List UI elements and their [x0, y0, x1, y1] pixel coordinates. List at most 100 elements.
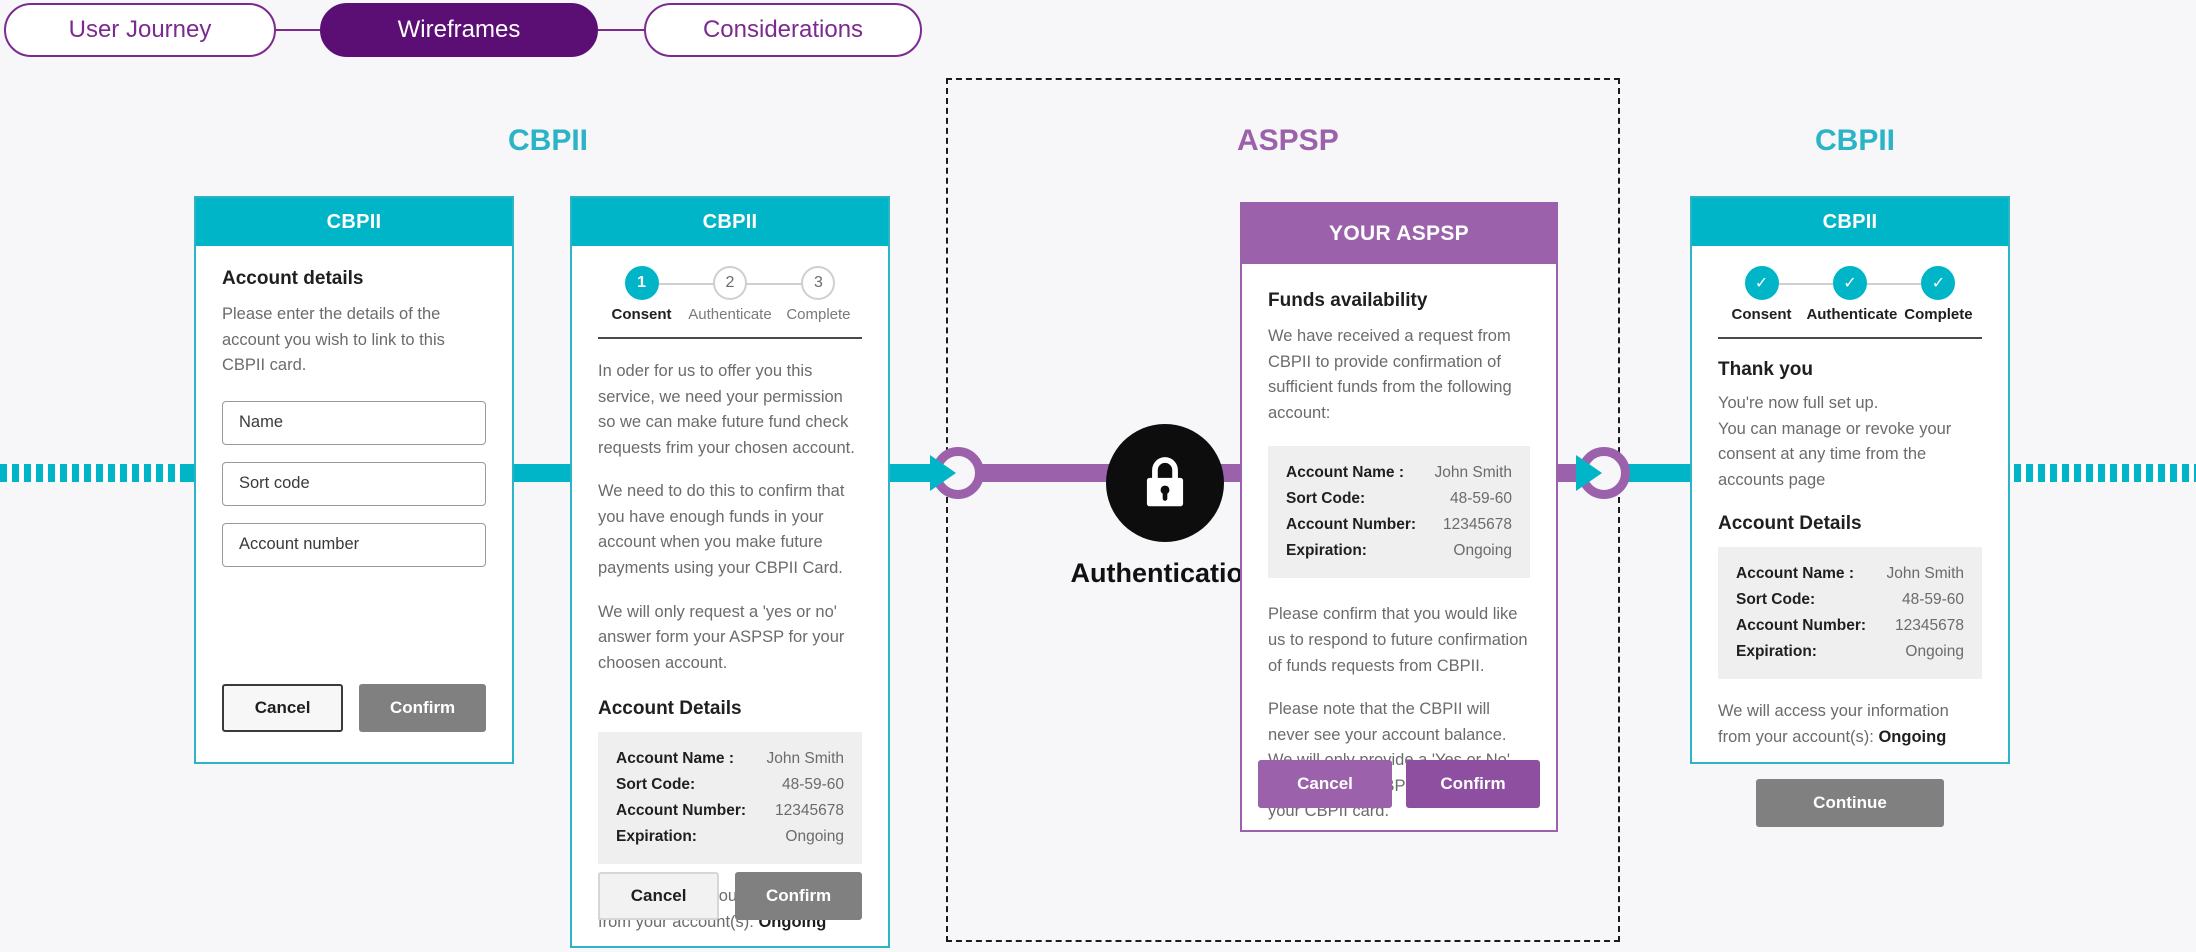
- flow-rail-dotted-left: [0, 464, 200, 482]
- card1-confirm-button[interactable]: Confirm: [359, 684, 486, 732]
- name-field[interactable]: Name: [222, 400, 486, 445]
- card2-para3: We will only request a 'yes or no' answe…: [598, 602, 845, 672]
- table-row: Account Number: 12345678: [616, 798, 844, 824]
- card3-para1: We have received a request from CBPII to…: [1268, 327, 1512, 422]
- card3-details-table: Account Name : John Smith Sort Code: 48-…: [1268, 446, 1530, 579]
- column-title-cbpii-left: CBPII: [508, 124, 589, 157]
- step-authenticate[interactable]: 2 Authenticate: [686, 266, 773, 323]
- card3-heading: Funds availability: [1268, 290, 1428, 311]
- table-row: Expiration: Ongoing: [1286, 538, 1512, 564]
- card-consent: CBPII 1 Consent 2 Authenticate 3 Complet…: [570, 196, 890, 948]
- card-account-details: CBPII Account details Please enter the d…: [194, 196, 514, 764]
- table-row: Account Name : John Smith: [1736, 561, 1964, 587]
- detail-value: 48-59-60: [1901, 591, 1964, 609]
- card2-details-heading: Account Details: [598, 698, 742, 720]
- step-authenticate-label: Authenticate: [688, 306, 772, 323]
- column-title-cbpii-right: CBPII: [1815, 124, 1896, 157]
- wireframe-canvas: User Journey Wireframes Considerations A…: [0, 0, 2196, 952]
- card1-cancel-button[interactable]: Cancel: [222, 684, 344, 732]
- table-row: Account Name : John Smith: [1286, 460, 1512, 486]
- step-complete[interactable]: 3 Complete: [775, 266, 862, 323]
- table-row: Account Number: 12345678: [1286, 512, 1512, 538]
- table-row: Account Name : John Smith: [616, 746, 844, 772]
- account-number-field[interactable]: Account number: [222, 522, 486, 567]
- tab-connector-2: [598, 29, 644, 31]
- step-consent-done[interactable]: ✓ Consent: [1718, 266, 1805, 323]
- detail-value: 12345678: [1443, 516, 1512, 534]
- card4-details-table: Account Name : John Smith Sort Code: 48-…: [1718, 547, 1982, 680]
- card1-heading: Account details: [222, 268, 364, 289]
- card2-cancel-button[interactable]: Cancel: [598, 872, 720, 920]
- card3-para2: Please confirm that you would like us to…: [1268, 605, 1528, 675]
- tab-user-journey[interactable]: User Journey: [4, 3, 276, 57]
- card2-para2: We need to do this to confirm that you h…: [598, 482, 845, 577]
- detail-value: 48-59-60: [1449, 490, 1512, 508]
- card2-details-table: Account Name : John Smith Sort Code: 48-…: [598, 732, 862, 865]
- step-consent-label: Consent: [1731, 306, 1792, 323]
- card4-continue-button[interactable]: Continue: [1756, 778, 1944, 827]
- card1-header: CBPII: [196, 198, 512, 246]
- detail-key: Expiration:: [1736, 643, 1817, 661]
- card2-confirm-button[interactable]: Confirm: [735, 872, 862, 920]
- tab-considerations[interactable]: Considerations: [644, 3, 922, 57]
- step-complete-label: Complete: [1904, 306, 1973, 323]
- detail-value: John Smith: [1434, 464, 1512, 482]
- step-complete-done[interactable]: ✓ Complete: [1895, 266, 1982, 323]
- step-authenticate-dot: 2: [712, 266, 747, 300]
- table-row: Sort Code: 48-59-60: [1286, 486, 1512, 512]
- step-consent-dot: 1: [624, 266, 659, 300]
- card4-details-heading: Account Details: [1718, 513, 1862, 535]
- step-authenticate-label: Authenticate: [1806, 306, 1898, 323]
- card2-para1: In oder for us to offer you this service…: [598, 362, 855, 457]
- detail-key: Sort Code:: [616, 776, 696, 794]
- card3-confirm-button[interactable]: Confirm: [1406, 760, 1540, 808]
- table-row: Sort Code: 48-59-60: [1736, 587, 1964, 613]
- check-icon: ✓: [1744, 266, 1779, 300]
- detail-key: Expiration:: [616, 828, 697, 846]
- card3-header: YOUR ASPSP: [1242, 204, 1556, 264]
- check-icon: ✓: [1921, 266, 1956, 300]
- card4-heading: Thank you: [1718, 359, 1814, 380]
- detail-value: 48-59-60: [781, 776, 844, 794]
- detail-value: John Smith: [766, 750, 844, 768]
- card2-header: CBPII: [572, 198, 888, 246]
- table-row: Account Number: 12345678: [1736, 613, 1964, 639]
- card2-divider: [598, 337, 862, 339]
- card3-cancel-button[interactable]: Cancel: [1258, 760, 1392, 808]
- tab-wireframes[interactable]: Wireframes: [320, 3, 598, 57]
- card4-access-value: Ongoing: [1878, 727, 1947, 746]
- detail-key: Sort Code:: [1286, 490, 1366, 508]
- table-row: Sort Code: 48-59-60: [616, 772, 844, 798]
- column-title-aspsp: ASPSP: [1237, 124, 1339, 157]
- card2-stepper: 1 Consent 2 Authenticate 3 Complete: [598, 266, 862, 323]
- card4-access-text: We will access your information from you…: [1718, 699, 1982, 750]
- detail-key: Expiration:: [1286, 542, 1367, 560]
- step-consent[interactable]: 1 Consent: [598, 266, 685, 323]
- detail-value: Ongoing: [1905, 643, 1964, 661]
- card-aspsp-funds: YOUR ASPSP Funds availability We have re…: [1240, 202, 1558, 832]
- lock-icon: [1106, 424, 1224, 542]
- card4-header: CBPII: [1692, 198, 2008, 246]
- card1-intro: Please enter the details of the account …: [222, 305, 445, 375]
- flow-arrow-right-icon: [1576, 455, 1602, 491]
- detail-key: Account Number:: [616, 802, 747, 820]
- detail-key: Account Number:: [1736, 617, 1867, 635]
- top-tab-bar: User Journey Wireframes Considerations: [0, 0, 960, 62]
- detail-key: Account Name :: [616, 750, 734, 768]
- detail-value: John Smith: [1886, 565, 1964, 583]
- detail-value: 12345678: [1895, 617, 1964, 635]
- flow-arrow-left-icon: [930, 455, 956, 491]
- card-complete: CBPII ✓ Consent ✓ Authenticate ✓ Complet…: [1690, 196, 2010, 827]
- sort-code-field[interactable]: Sort code: [222, 461, 486, 506]
- card4-divider: [1718, 337, 1982, 339]
- detail-value: 12345678: [775, 802, 844, 820]
- step-complete-label: Complete: [786, 306, 851, 323]
- card4-para1: You're now full set up. You can manage o…: [1718, 394, 1952, 489]
- detail-key: Account Name :: [1286, 464, 1404, 482]
- detail-key: Account Name :: [1736, 565, 1854, 583]
- detail-value: Ongoing: [785, 828, 844, 846]
- step-complete-dot: 3: [801, 266, 836, 300]
- step-authenticate-done[interactable]: ✓ Authenticate: [1806, 266, 1898, 323]
- tab-connector-1: [276, 29, 320, 31]
- check-icon: ✓: [1832, 266, 1867, 300]
